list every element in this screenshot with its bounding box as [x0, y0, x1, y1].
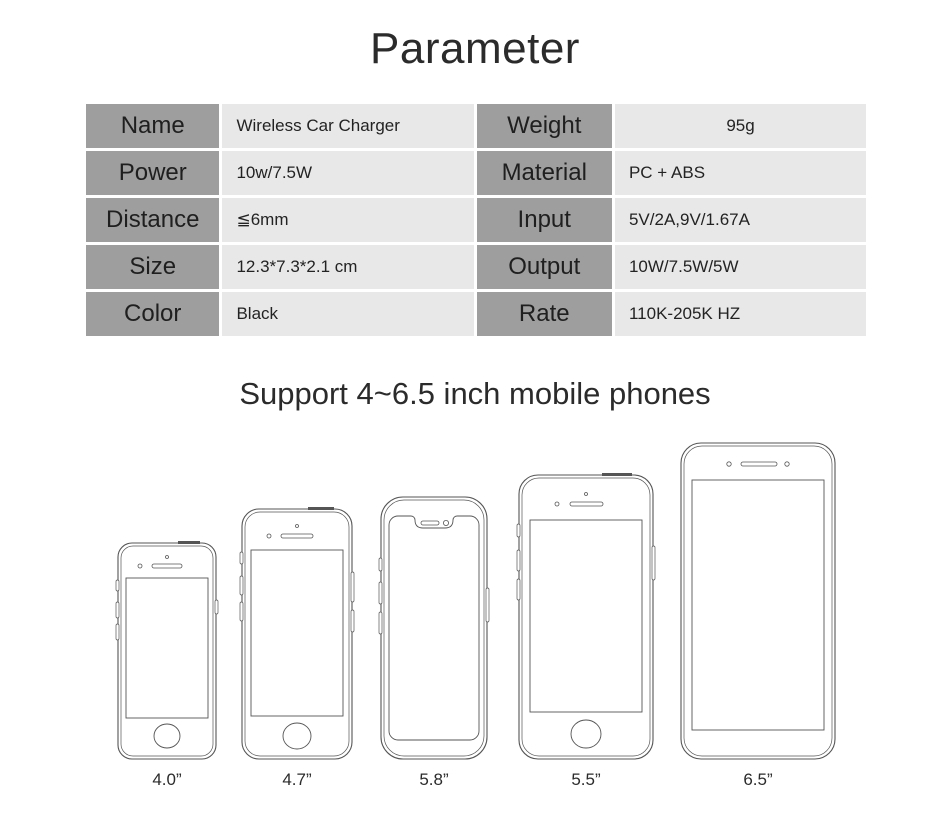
- phone-size-label: 6.5”: [743, 770, 773, 789]
- table-row: Distance ≦6mm Input 5V/2A,9V/1.67A: [86, 198, 867, 242]
- param-label-weight: Weight: [476, 104, 612, 148]
- param-value-material: PC + ABS: [614, 151, 867, 195]
- phone-size-comparison: 4.0” 4.7” 5.8” 5.5” 6.5”: [0, 420, 950, 810]
- product-parameter-page: Parameter Name Wireless Car Charger Weig…: [0, 0, 950, 813]
- phone-outline-icon: [516, 473, 656, 760]
- param-label-size: Size: [86, 245, 220, 289]
- param-value-distance: ≦6mm: [222, 198, 474, 242]
- phone-illustration-6-5: 6.5”: [675, 440, 841, 789]
- phone-outline-icon: [239, 507, 355, 760]
- table-row: Color Black Rate 110K-205K HZ: [86, 292, 867, 336]
- param-label-input: Input: [476, 198, 612, 242]
- speaker-slot-icon: [740, 461, 778, 467]
- phone-size-label: 4.7”: [282, 770, 312, 789]
- table-row: Name Wireless Car Charger Weight 95g: [86, 104, 866, 148]
- phone-size-label: 5.5”: [571, 770, 601, 789]
- param-value-color: Black: [222, 292, 474, 336]
- phone-outline-icon: [680, 442, 836, 760]
- param-value-weight: 95g: [615, 104, 866, 148]
- camera-dot-icon: [726, 461, 732, 467]
- phone-size-label: 4.0”: [152, 770, 182, 789]
- param-value-rate: 110K-205K HZ: [614, 292, 867, 336]
- speaker-slot-icon: [420, 520, 440, 526]
- phone-illustration-4-7: 4.7”: [236, 506, 358, 789]
- phone-illustration-5-8: 5.8”: [376, 494, 492, 789]
- sensor-dot-icon: [784, 461, 790, 467]
- phone-illustration-4-0: 4.0”: [112, 540, 222, 789]
- param-label-distance: Distance: [86, 198, 220, 242]
- table-row: Size 12.3*7.3*2.1 cm Output 10W/7.5W/5W: [86, 245, 867, 289]
- param-label-output: Output: [476, 245, 612, 289]
- param-value-size: 12.3*7.3*2.1 cm: [222, 245, 474, 289]
- param-value-output: 10W/7.5W/5W: [614, 245, 867, 289]
- param-label-color: Color: [86, 292, 220, 336]
- param-label-power: Power: [86, 151, 220, 195]
- param-value-name: Wireless Car Charger: [222, 104, 474, 148]
- param-value-input: 5V/2A,9V/1.67A: [614, 198, 867, 242]
- param-label-name: Name: [86, 104, 220, 148]
- table-row: Power 10w/7.5W Material PC + ABS: [86, 151, 867, 195]
- param-label-rate: Rate: [476, 292, 612, 336]
- notch-screen-path: [388, 515, 480, 741]
- param-label-material: Material: [476, 151, 612, 195]
- phone-illustration-5-5: 5.5”: [512, 472, 660, 789]
- camera-dot-icon: [443, 519, 450, 526]
- phone-outline-icon: [378, 496, 490, 760]
- parameter-table: Name Wireless Car Charger Weight 95g Pow…: [86, 104, 867, 336]
- compatibility-subtitle: Support 4~6.5 inch mobile phones: [239, 376, 711, 411]
- phone-outline-icon: [115, 541, 219, 760]
- phone-size-label: 5.8”: [419, 770, 449, 789]
- param-value-power: 10w/7.5W: [222, 151, 474, 195]
- page-title: Parameter: [370, 24, 580, 73]
